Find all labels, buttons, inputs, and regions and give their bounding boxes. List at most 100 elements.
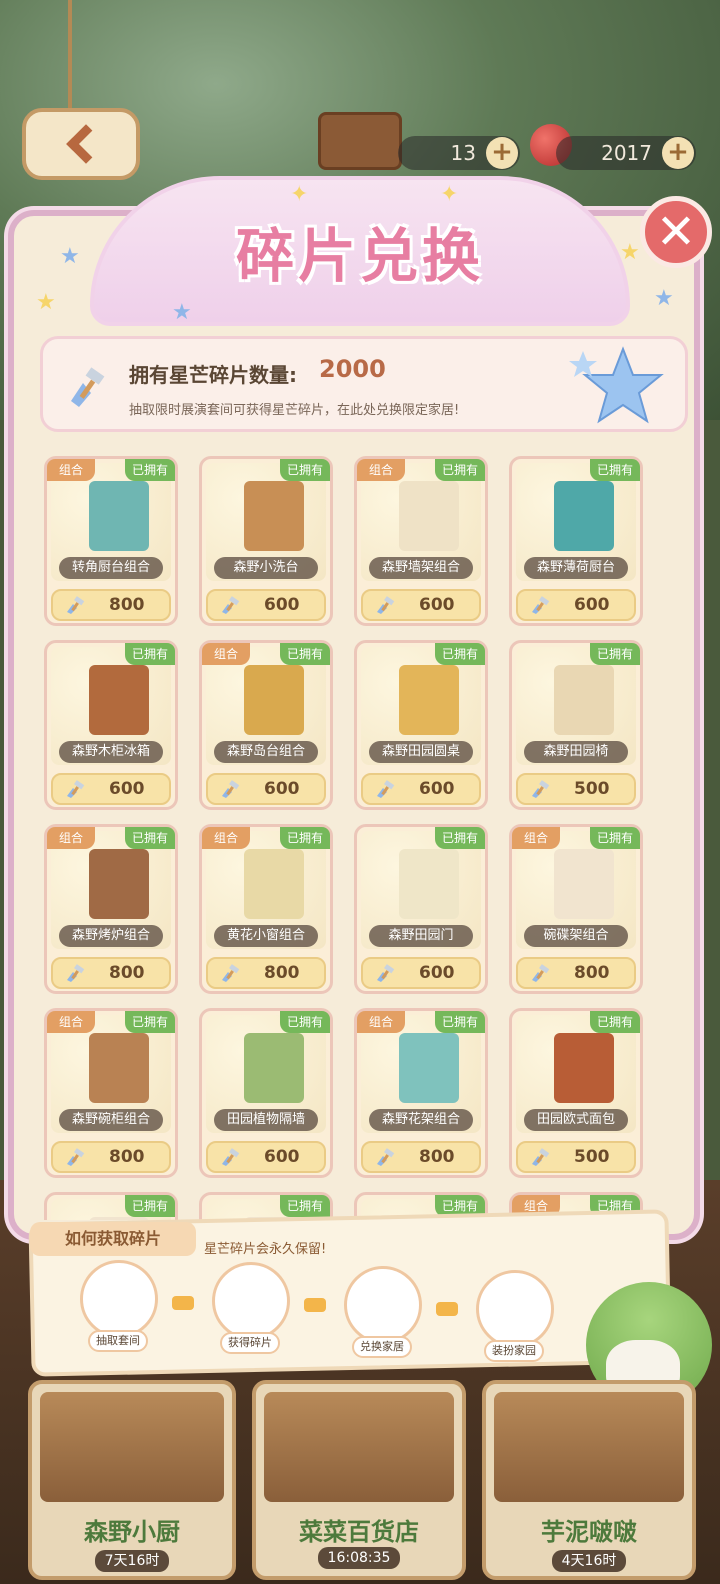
shard-count-value: 2000	[319, 355, 386, 383]
combo-badge: 组合	[512, 827, 560, 849]
price-button[interactable]: 600	[361, 589, 481, 621]
price-value: 600	[419, 779, 455, 799]
owned-badge: 已拥有	[280, 1011, 330, 1033]
hammer-shard-icon	[71, 367, 105, 407]
howto-note: 星芒碎片会永久保留!	[204, 1242, 327, 1257]
owned-badge: 已拥有	[435, 459, 485, 481]
item-card[interactable]: 组合 已拥有 森野岛台组合 600	[199, 640, 333, 810]
furniture-icon	[554, 665, 614, 735]
step-label-3: 兑换家居	[352, 1336, 412, 1358]
price-button[interactable]: 600	[361, 957, 481, 989]
price-button[interactable]: 500	[516, 773, 636, 805]
hammer-shard-icon	[222, 780, 240, 798]
treasure-chest-icon	[318, 112, 402, 170]
back-arrow-icon	[66, 124, 106, 164]
combo-badge: 组合	[202, 643, 250, 665]
item-card[interactable]: 已拥有田园植物隔墙 600	[199, 1008, 333, 1178]
item-card[interactable]: 组合 已拥有 森野烤炉组合 800	[44, 824, 178, 994]
item-name: 田园植物隔墙	[214, 1109, 318, 1131]
furniture-icon	[89, 481, 149, 551]
arrow-right-icon	[304, 1298, 326, 1312]
furniture-icon	[399, 1033, 459, 1103]
price-button[interactable]: 800	[51, 1141, 171, 1173]
item-card[interactable]: 已拥有 森野小洗台 600	[199, 456, 333, 626]
item-name: 转角厨台组合	[59, 557, 163, 579]
back-button[interactable]	[22, 108, 140, 180]
hammer-shard-icon	[532, 780, 550, 798]
price-value: 600	[574, 595, 610, 615]
price-button[interactable]: 800	[51, 589, 171, 621]
hammer-shard-icon	[377, 1148, 395, 1166]
item-card[interactable]: 组合 已拥有 黄花小窗组合 800	[199, 824, 333, 994]
item-card[interactable]: 已拥有 森野薄荷厨台 600	[509, 456, 643, 626]
price-button[interactable]: 800	[51, 957, 171, 989]
hammer-shard-icon	[532, 964, 550, 982]
owned-badge: 已拥有	[125, 643, 175, 665]
price-value: 600	[264, 1147, 300, 1167]
add-resource-1-button[interactable]: +	[486, 137, 518, 169]
resource-2-value: 2017	[601, 141, 652, 165]
price-button[interactable]: 500	[516, 1141, 636, 1173]
resource-1-value: 13	[450, 141, 476, 165]
item-card[interactable]: 组合 已拥有 转角厨台组合 800	[44, 456, 178, 626]
close-button[interactable]: ✕	[640, 196, 712, 268]
item-name: 森野薄荷厨台	[524, 557, 628, 579]
sparkle-icon: ✦	[290, 182, 309, 207]
price-button[interactable]: 800	[516, 957, 636, 989]
owned-badge: 已拥有	[435, 643, 485, 665]
stage-card-3[interactable]: 芋泥啵啵 4天16时	[482, 1380, 696, 1580]
item-card[interactable]: 组合 已拥有 森野花架组合 800	[354, 1008, 488, 1178]
price-button[interactable]: 600	[51, 773, 171, 805]
price-value: 600	[419, 963, 455, 983]
hammer-shard-icon	[67, 964, 85, 982]
item-card[interactable]: 已拥有 森野田园椅 500	[509, 640, 643, 810]
clock-time: 4天16时	[551, 1550, 627, 1572]
furniture-icon	[399, 665, 459, 735]
item-name: 森野木柜冰箱	[59, 741, 163, 763]
price-button[interactable]: 600	[206, 589, 326, 621]
owned-badge: 已拥有	[125, 459, 175, 481]
item-card[interactable]: 已拥有	[44, 1192, 178, 1220]
item-name: 森野烤炉组合	[59, 925, 163, 947]
hammer-shard-icon	[67, 780, 85, 798]
price-button[interactable]: 600	[206, 1141, 326, 1173]
price-button[interactable]: 600	[361, 773, 481, 805]
owned-badge: 已拥有	[590, 643, 640, 665]
furniture-icon	[244, 1033, 304, 1103]
stage-card-2[interactable]: 菜菜百货店 16:08:35	[252, 1380, 466, 1580]
item-card[interactable]: 已拥有 森野田园圆桌 600	[354, 640, 488, 810]
price-value: 600	[264, 779, 300, 799]
owned-badge: 已拥有	[435, 827, 485, 849]
price-button[interactable]: 800	[206, 957, 326, 989]
item-card[interactable]: 组合 已拥有 森野碗柜组合 800	[44, 1008, 178, 1178]
item-name: 碗碟架组合	[524, 925, 628, 947]
furniture-icon	[89, 1033, 149, 1103]
stage-scene-image	[264, 1392, 454, 1502]
stage-card-1[interactable]: 森野小厨 7天16时	[28, 1380, 236, 1580]
item-grid: 组合 已拥有 转角厨台组合 800 已拥有 森野小洗台 600 组合 已拥有 森野墙架组合 600 已…	[40, 456, 680, 1220]
price-value: 500	[574, 779, 610, 799]
price-button[interactable]: 600	[206, 773, 326, 805]
house-icon	[476, 1270, 554, 1348]
item-name: 森野田园门	[369, 925, 473, 947]
hammer-shard-icon	[377, 964, 395, 982]
item-card[interactable]: 已拥有 田园欧式面包 500	[509, 1008, 643, 1178]
item-card[interactable]: 已拥有森野田园门 600	[354, 824, 488, 994]
price-value: 800	[109, 963, 145, 983]
price-value: 800	[109, 595, 145, 615]
price-button[interactable]: 600	[516, 589, 636, 621]
resource-counter-1: 13 +	[398, 136, 520, 170]
owned-badge: 已拥有	[125, 1195, 175, 1217]
step-label-4: 装扮家园	[484, 1340, 544, 1362]
item-card[interactable]: 组合 已拥有 森野墙架组合 600	[354, 456, 488, 626]
hammer-shard-icon	[377, 596, 395, 614]
add-resource-2-button[interactable]: +	[662, 137, 694, 169]
price-value: 800	[574, 963, 610, 983]
item-card[interactable]: 已拥有森野木柜冰箱 600	[44, 640, 178, 810]
item-name: 森野小洗台	[214, 557, 318, 579]
price-value: 800	[264, 963, 300, 983]
price-button[interactable]: 800	[361, 1141, 481, 1173]
owned-badge: 已拥有	[125, 827, 175, 849]
furniture-icon	[399, 481, 459, 551]
item-card[interactable]: 组合 已拥有 碗碟架组合 800	[509, 824, 643, 994]
